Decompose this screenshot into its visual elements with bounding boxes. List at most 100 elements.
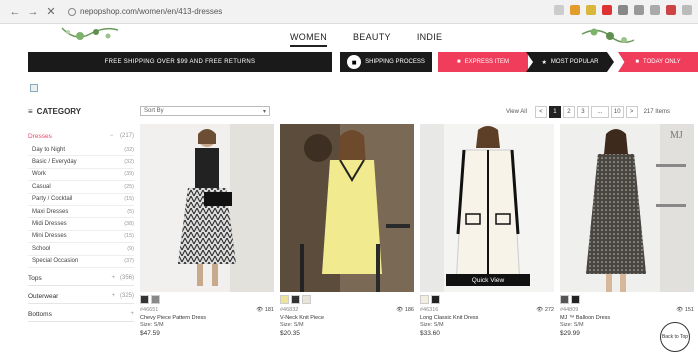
free-shipping-banner[interactable]: FREE SHIPPING OVER $99 AND FREE RETURNS [28, 52, 332, 72]
star-icon[interactable] [554, 5, 564, 15]
product-card[interactable]: Quick View #46316 👁 272 Long Classic Kni… [420, 124, 554, 337]
product-name[interactable]: V-Neck Knit Piece [280, 315, 414, 323]
nav-beauty[interactable]: BEAUTY [353, 32, 391, 47]
category-count: (325) [119, 293, 134, 300]
product-card[interactable]: #46832 👁 186 V-Neck Knit Piece Size: S/M… [280, 124, 414, 337]
product-code: #46832 [280, 307, 299, 313]
subcategory-label[interactable]: Midi Dresses [32, 221, 67, 227]
url-text[interactable]: nepopshop.com/women/en/413-dresses [80, 7, 222, 16]
category-meta: − (217) [110, 133, 134, 139]
product-name[interactable]: MJ ™ Balloon Dress [560, 315, 694, 323]
prev-page-button[interactable]: < [534, 106, 547, 118]
product-name[interactable]: Chevy Piece Pattern Dress [140, 315, 274, 323]
expand-icon[interactable]: + [111, 275, 115, 281]
menu-icon[interactable] [682, 5, 692, 15]
site-header: WOMEN BEAUTY INDIE [0, 24, 698, 52]
category-outerwear[interactable]: Outerwear + (325) [28, 290, 134, 304]
category-sidebar: ≡ CATEGORY Dresses − (217) Day to Night (… [28, 104, 134, 322]
truck-icon: ■ [347, 55, 362, 69]
color-swatch[interactable] [302, 295, 311, 304]
product-card[interactable]: #46651 👁 181 Chevy Piece Pattern Dress S… [140, 124, 274, 337]
sort-by-select[interactable]: Sort By ▾ [140, 106, 270, 116]
express-item-button[interactable]: ■ EXPRESS ITEM [438, 52, 528, 72]
close-icon[interactable]: ✕ [44, 5, 58, 19]
expand-icon[interactable]: + [130, 311, 134, 317]
subcategory-label[interactable]: Basic / Everyday [32, 159, 77, 165]
quick-view-button[interactable]: Quick View [446, 274, 530, 286]
category-count: (356) [119, 275, 134, 282]
subcategory-item[interactable]: Work (39) [28, 169, 134, 182]
subcategory-count: (32) [124, 159, 134, 166]
extension-icon[interactable] [650, 5, 660, 15]
view-all-link[interactable]: View All [506, 109, 527, 115]
address-bar[interactable]: nepopshop.com/women/en/413-dresses [68, 7, 222, 16]
color-swatch[interactable] [280, 295, 289, 304]
color-swatch[interactable] [431, 295, 440, 304]
subcategory-label[interactable]: Work [32, 171, 46, 177]
extension-icon[interactable] [666, 5, 676, 15]
expand-icon[interactable]: + [111, 293, 115, 299]
nav-indie[interactable]: INDIE [417, 32, 443, 47]
subcategory-label[interactable]: Casual [32, 184, 51, 190]
view-count-value: 181 [264, 307, 274, 313]
product-name[interactable]: Long Classic Knit Dress [420, 315, 554, 323]
subcategory-item[interactable]: Maxi Dresses (5) [28, 206, 134, 219]
category-label[interactable]: Outerwear [28, 293, 58, 300]
color-swatch[interactable] [140, 295, 149, 304]
back-to-top-button[interactable]: Back to Top [660, 322, 690, 352]
product-image[interactable]: MJ [560, 124, 694, 292]
extension-icon[interactable] [618, 5, 628, 15]
subcategory-label[interactable]: School [32, 246, 50, 252]
subcategory-item[interactable]: School (9) [28, 243, 134, 256]
color-swatch[interactable] [420, 295, 429, 304]
product-image[interactable]: Quick View [420, 124, 554, 292]
shipping-process-button[interactable]: ■ SHIPPING PROCESS [340, 52, 432, 72]
product-image[interactable] [140, 124, 274, 292]
today-only-button[interactable]: ■ TODAY ONLY [618, 52, 698, 72]
subcategory-label[interactable]: Party / Cocktail [32, 196, 72, 202]
category-label[interactable]: Bottoms [28, 311, 52, 318]
nav-women[interactable]: WOMEN [290, 32, 327, 47]
extension-icon[interactable] [570, 5, 580, 15]
forward-icon[interactable]: → [26, 5, 40, 19]
subcategory-count: (9) [127, 245, 134, 252]
extension-icon[interactable] [586, 5, 596, 15]
subcategory-label[interactable]: Mini Dresses [32, 233, 67, 239]
page-button[interactable]: 2 [562, 106, 575, 118]
subcategory-label[interactable]: Special Occasion [32, 258, 78, 264]
page-button[interactable]: 3 [576, 106, 589, 118]
most-popular-button[interactable]: ★ MOST POPULAR [526, 52, 614, 72]
product-image[interactable] [280, 124, 414, 292]
most-popular-label: MOST POPULAR [550, 59, 599, 65]
color-swatch[interactable] [560, 295, 569, 304]
extension-icon[interactable] [602, 5, 612, 15]
product-card[interactable]: MJ #44809 👁 151 MJ ™ Balloon Dress Size:… [560, 124, 694, 337]
category-tops[interactable]: Tops + (356) [28, 272, 134, 286]
calendar-icon: ■ [635, 59, 640, 65]
color-swatch[interactable] [291, 295, 300, 304]
page-button[interactable]: 1 [548, 106, 561, 118]
page-button[interactable]: 10 [610, 106, 624, 118]
color-swatch[interactable] [571, 295, 580, 304]
category-bottoms[interactable]: Bottoms + [28, 308, 134, 322]
color-swatches [560, 295, 694, 305]
subcategory-label[interactable]: Day to Night [32, 147, 65, 153]
subcategory-item[interactable]: Day to Night (32) [28, 144, 134, 157]
next-page-button[interactable]: > [625, 106, 638, 118]
category-label[interactable]: Tops [28, 275, 42, 282]
category-label[interactable]: Dresses [28, 133, 52, 140]
subcategory-item[interactable]: Party / Cocktail (15) [28, 194, 134, 206]
collapse-icon[interactable]: − [110, 133, 114, 139]
model-photo [140, 124, 274, 292]
subcategory-item[interactable]: Special Occasion (37) [28, 256, 134, 268]
back-icon[interactable]: ← [8, 5, 22, 19]
subcategory-item[interactable]: Basic / Everyday (32) [28, 156, 134, 169]
subcategory-item[interactable]: Mini Dresses (15) [28, 231, 134, 244]
extension-icon[interactable] [634, 5, 644, 15]
color-swatches [280, 295, 414, 305]
color-swatch[interactable] [151, 295, 160, 304]
subcategory-label[interactable]: Maxi Dresses [32, 209, 68, 215]
category-dresses[interactable]: Dresses − (217) [28, 130, 134, 142]
subcategory-item[interactable]: Midi Dresses (38) [28, 218, 134, 231]
subcategory-item[interactable]: Casual (25) [28, 181, 134, 194]
